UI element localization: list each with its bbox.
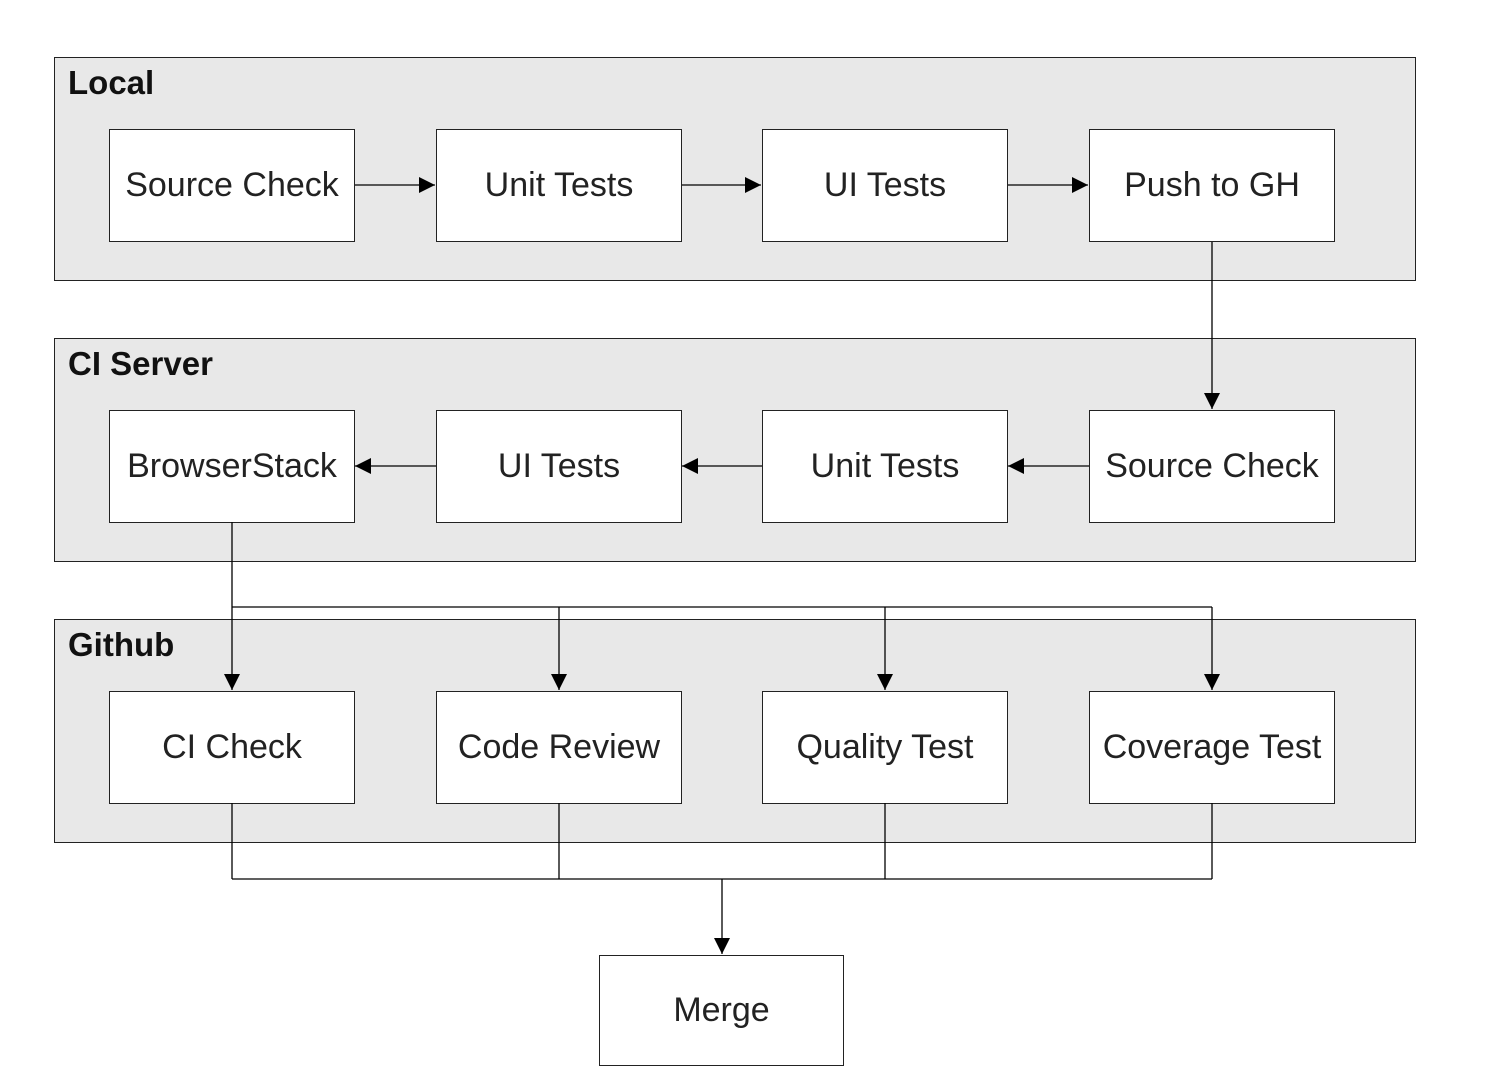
node-local-push-to-gh: Push to GH	[1089, 129, 1335, 242]
node-local-source-check: Source Check	[109, 129, 355, 242]
node-local-ui-tests: UI Tests	[762, 129, 1008, 242]
node-github-quality-test: Quality Test	[762, 691, 1008, 804]
node-ci-source-check: Source Check	[1089, 410, 1335, 523]
node-github-ci-check: CI Check	[109, 691, 355, 804]
node-github-code-review: Code Review	[436, 691, 682, 804]
node-ci-unit-tests: Unit Tests	[762, 410, 1008, 523]
node-github-coverage-test: Coverage Test	[1089, 691, 1335, 804]
node-merge: Merge	[599, 955, 844, 1066]
group-title-github: Github	[68, 626, 175, 663]
node-local-unit-tests: Unit Tests	[436, 129, 682, 242]
node-ci-ui-tests: UI Tests	[436, 410, 682, 523]
group-title-local: Local	[68, 64, 155, 101]
group-title-ci-server: CI Server	[68, 345, 213, 382]
node-ci-browserstack: BrowserStack	[109, 410, 355, 523]
